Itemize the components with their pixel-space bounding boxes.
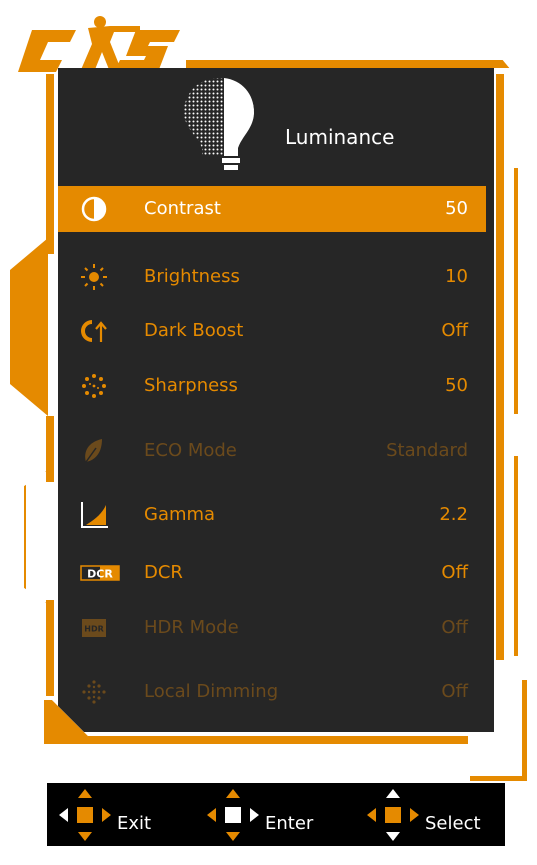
frame-top-right-diag bbox=[436, 60, 510, 68]
menu-item-sharpness[interactable]: Sharpness 50 bbox=[58, 363, 486, 409]
menu-item-label: Brightness bbox=[144, 266, 240, 287]
svg-text:DCR: DCR bbox=[87, 568, 113, 581]
menu-item-value: Off bbox=[441, 681, 468, 702]
sharpness-icon bbox=[82, 374, 106, 398]
menu-item-dark-boost[interactable]: Dark Boost Off bbox=[58, 308, 486, 354]
leaf-icon bbox=[85, 439, 102, 463]
menu-item-value: 2.2 bbox=[439, 504, 468, 525]
menu-item-label: DCR bbox=[144, 562, 183, 583]
panel-title: Luminance bbox=[285, 125, 395, 149]
menu-item-local-dimming[interactable]: Local Dimming Off bbox=[58, 669, 486, 715]
frame-left-wedge bbox=[10, 238, 48, 416]
menu-item-dcr[interactable]: DCR DCR Off bbox=[58, 550, 486, 596]
menu-item-label: Gamma bbox=[144, 504, 216, 525]
menu-item-value: Off bbox=[441, 320, 468, 341]
menu-item-value: 50 bbox=[445, 375, 468, 396]
menu-item-label: Sharpness bbox=[144, 375, 238, 396]
joystick-left-icon bbox=[59, 789, 111, 841]
nav-exit-label: Exit bbox=[117, 813, 152, 834]
local-dimming-icon bbox=[82, 680, 106, 704]
gamma-icon bbox=[81, 502, 108, 528]
menu-item-label: HDR Mode bbox=[144, 617, 239, 638]
hdr-icon: HDR bbox=[82, 619, 106, 637]
menu-item-eco-mode[interactable]: ECO Mode Standard bbox=[58, 428, 486, 474]
menu-item-value: Standard bbox=[386, 440, 468, 461]
cs-logo: CS bbox=[18, 16, 180, 72]
menu-item-brightness[interactable]: Brightness 10 bbox=[58, 254, 486, 300]
frame-left-bar bbox=[46, 74, 54, 254]
bulb-icon bbox=[184, 78, 254, 170]
menu-item-gamma[interactable]: Gamma 2.2 bbox=[58, 492, 486, 538]
contrast-icon bbox=[81, 196, 107, 222]
frame-right-thin-bottom bbox=[514, 456, 518, 656]
brightness-icon bbox=[81, 264, 107, 290]
frame-left-lower-bar bbox=[46, 600, 54, 696]
menu-item-label: ECO Mode bbox=[144, 440, 237, 461]
menu-item-label: Contrast bbox=[144, 198, 221, 219]
menu-item-label: Local Dimming bbox=[144, 681, 279, 702]
dcr-icon: DCR bbox=[80, 565, 120, 581]
menu-item-value: 10 bbox=[445, 266, 468, 287]
joystick-press-icon bbox=[207, 789, 259, 841]
menu-item-value: Off bbox=[441, 617, 468, 638]
nav-select-label: Select bbox=[425, 813, 481, 834]
menu-item-value: 50 bbox=[445, 198, 468, 219]
nav-enter-label: Enter bbox=[265, 813, 314, 834]
frame-right-bar bbox=[496, 74, 504, 660]
frame-left-bracket bbox=[24, 470, 48, 604]
frame-bottom-bar bbox=[88, 736, 468, 744]
menu-item-label: Dark Boost bbox=[144, 320, 244, 341]
navigation-hint-bar: Exit Enter Select bbox=[47, 783, 505, 846]
frame-right-thin-top bbox=[514, 168, 518, 414]
menu-item-value: Off bbox=[441, 562, 468, 583]
menu-item-contrast[interactable]: Contrast 50 bbox=[58, 186, 486, 232]
dark-boost-icon bbox=[81, 320, 107, 342]
menu-item-hdr-mode[interactable]: HDR HDR Mode Off bbox=[58, 605, 486, 651]
joystick-updown-icon bbox=[367, 789, 419, 841]
svg-text:HDR: HDR bbox=[84, 625, 104, 634]
